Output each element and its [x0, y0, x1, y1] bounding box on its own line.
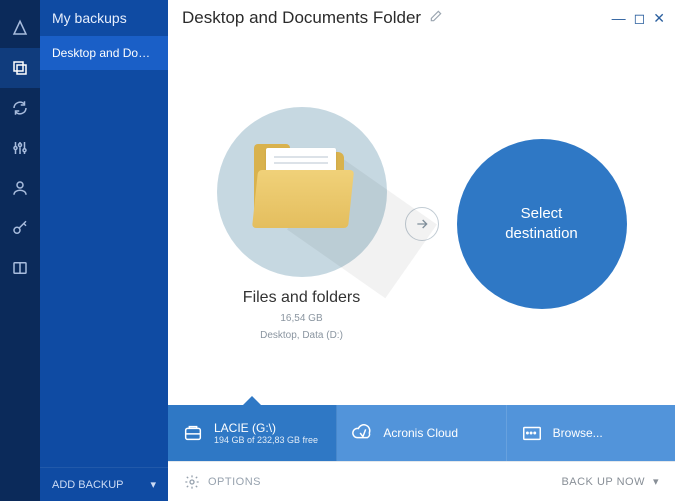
backup-config-area: Files and folders 16,54 GB Desktop, Data…: [168, 32, 675, 405]
chevron-down-icon: ▾: [150, 478, 156, 491]
sidebar-item-backup[interactable]: Desktop and Docu...: [40, 36, 168, 70]
source-circle[interactable]: [217, 107, 387, 277]
source-size: 16,54 GB: [280, 313, 322, 324]
destination-placeholder: Select destination: [485, 204, 598, 243]
titlebar: Desktop and Documents Folder — ◻ ✕: [168, 0, 675, 32]
minimize-icon[interactable]: —: [612, 11, 626, 25]
source-label: Files and folders: [243, 289, 360, 307]
main-panel: Desktop and Documents Folder — ◻ ✕ Files…: [168, 0, 675, 501]
options-label: OPTIONS: [208, 476, 261, 488]
sync-tab-icon[interactable]: [0, 88, 40, 128]
sidebar-title: My backups: [40, 0, 168, 36]
destination-option-cloud[interactable]: Acronis Cloud: [337, 405, 506, 461]
icon-rail: [0, 0, 40, 501]
chevron-down-icon: ▾: [653, 475, 659, 488]
window-controls: — ◻ ✕: [612, 11, 665, 25]
app-logo-icon[interactable]: [0, 8, 40, 48]
destination-option-drive-detail: 194 GB of 232,83 GB free: [214, 435, 318, 445]
page-title: Desktop and Documents Folder: [182, 8, 421, 28]
destination-option-browse[interactable]: Browse...: [507, 405, 675, 461]
destination-circle[interactable]: Select destination: [457, 139, 627, 309]
destination-bar: LACIE (G:\) 194 GB of 232,83 GB free Acr…: [168, 405, 675, 461]
backup-now-button[interactable]: BACK UP NOW ▾: [545, 462, 675, 501]
account-tab-icon[interactable]: [0, 168, 40, 208]
footer-bar: OPTIONS BACK UP NOW ▾: [168, 461, 675, 501]
destination-option-drive[interactable]: LACIE (G:\) 194 GB of 232,83 GB free: [168, 405, 337, 461]
tools-tab-icon[interactable]: [0, 128, 40, 168]
options-button[interactable]: OPTIONS: [168, 462, 277, 501]
key-tab-icon[interactable]: [0, 208, 40, 248]
destination-option-cloud-name: Acronis Cloud: [383, 426, 458, 440]
add-backup-label: ADD BACKUP: [52, 479, 124, 491]
backup-now-label: BACK UP NOW: [561, 476, 645, 488]
help-tab-icon[interactable]: [0, 248, 40, 288]
maximize-icon[interactable]: ◻: [634, 11, 646, 25]
add-backup-button[interactable]: ADD BACKUP ▾: [40, 467, 168, 501]
edit-title-icon[interactable]: [429, 9, 443, 28]
gear-icon: [184, 474, 200, 490]
destination-option-drive-name: LACIE (G:\): [214, 421, 318, 435]
destination-option-browse-name: Browse...: [553, 426, 603, 440]
folder-icon: [252, 152, 352, 232]
close-icon[interactable]: ✕: [653, 11, 665, 25]
backup-sidebar: My backups Desktop and Docu... ADD BACKU…: [40, 0, 168, 501]
source-path: Desktop, Data (D:): [260, 330, 343, 341]
backup-tab-icon[interactable]: [0, 48, 40, 88]
source-section: Files and folders 16,54 GB Desktop, Data…: [217, 107, 387, 341]
